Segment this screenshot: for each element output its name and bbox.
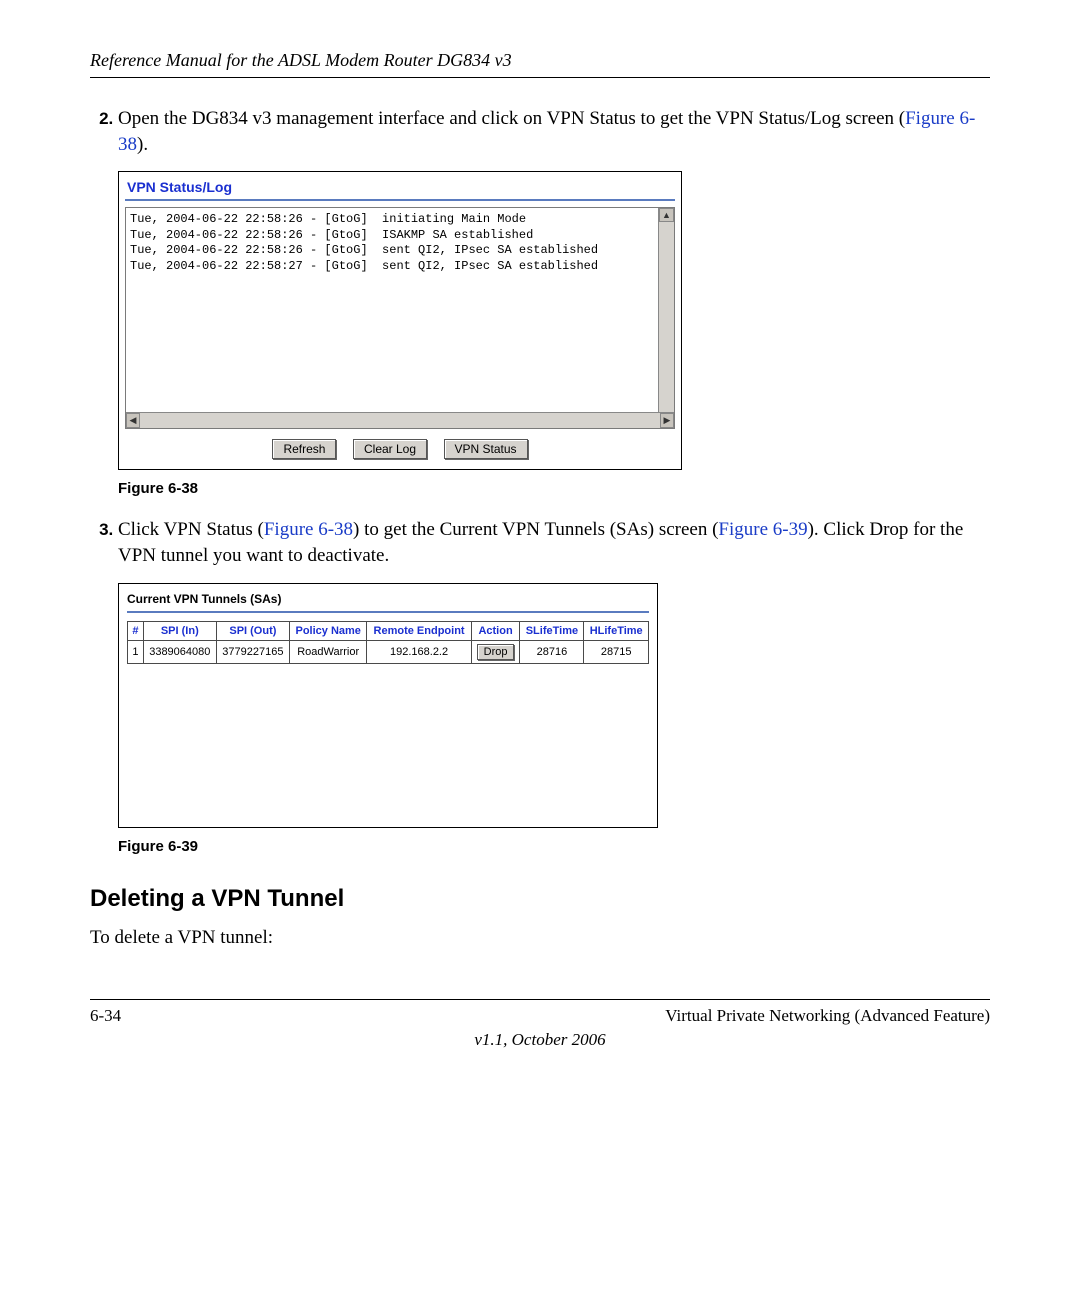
figure-6-39-caption: Figure 6-39 [118,838,990,855]
log-text: Tue, 2004-06-22 22:58:26 - [GtoG] initia… [126,208,674,278]
drop-button[interactable]: Drop [477,644,515,660]
section-intro-text: To delete a VPN tunnel: [90,927,990,949]
cell-spi-out: 3779227165 [216,640,289,663]
vpn-status-log-title: VPN Status/Log [125,176,675,201]
scroll-up-icon[interactable]: ▲ [659,208,674,222]
refresh-button[interactable]: Refresh [272,439,336,459]
step2-text-a: Open the DG834 v3 management interface a… [118,108,905,129]
cell-hlife: 28715 [584,640,649,663]
figref-6-39-a[interactable]: Figure 6-39 [718,519,807,540]
page-footer: 6-34 Virtual Private Networking (Advance… [90,999,990,1026]
table-header-row: # SPI (In) SPI (Out) Policy Name Remote … [128,621,649,640]
cell-policy: RoadWarrior [289,640,367,663]
table-row: 1 3389064080 3779227165 RoadWarrior 192.… [128,640,649,663]
col-slifetime: SLifeTime [520,621,584,640]
vpn-status-button[interactable]: VPN Status [444,439,528,459]
col-spi-in: SPI (In) [143,621,216,640]
step3-text-a: Click VPN Status ( [118,519,264,540]
col-hlifetime: HLifeTime [584,621,649,640]
col-policy-name: Policy Name [289,621,367,640]
cell-spi-in: 3389064080 [143,640,216,663]
horizontal-scrollbar[interactable]: ◀ ▶ [126,412,674,428]
figure-6-38-caption: Figure 6-38 [118,480,990,497]
footer-center: v1.1, October 2006 [90,1030,990,1050]
figure-6-38: VPN Status/Log Tue, 2004-06-22 22:58:26 … [118,171,990,470]
page-header: Reference Manual for the ADSL Modem Rout… [90,50,990,78]
vertical-scrollbar[interactable]: ▲ [658,208,674,412]
section-heading-deleting-vpn: Deleting a VPN Tunnel [90,885,990,913]
scroll-right-icon[interactable]: ▶ [660,413,674,428]
figref-6-38-b[interactable]: Figure 6-38 [264,519,353,540]
col-num: # [128,621,144,640]
scroll-left-icon[interactable]: ◀ [126,413,140,428]
log-scroll-area[interactable]: Tue, 2004-06-22 22:58:26 - [GtoG] initia… [125,207,675,429]
step-2-item: Open the DG834 v3 management interface a… [118,106,990,157]
footer-right: Virtual Private Networking (Advanced Fea… [665,1006,990,1026]
cell-remote: 192.168.2.2 [367,640,471,663]
clear-log-button[interactable]: Clear Log [353,439,427,459]
footer-left: 6-34 [90,1006,121,1026]
step3-text-b: ) to get the Current VPN Tunnels (SAs) s… [353,519,718,540]
col-action: Action [471,621,520,640]
step-3-item: Click VPN Status (Figure 6-38) to get th… [118,517,990,568]
step2-text-b: ). [137,134,148,155]
vpn-tunnels-table: # SPI (In) SPI (Out) Policy Name Remote … [127,621,649,664]
cell-slife: 28716 [520,640,584,663]
cell-action: Drop [471,640,520,663]
current-vpn-tunnels-title: Current VPN Tunnels (SAs) [127,592,649,613]
col-spi-out: SPI (Out) [216,621,289,640]
figure-6-39: Current VPN Tunnels (SAs) # SPI (In) SPI… [118,583,990,828]
cell-num: 1 [128,640,144,663]
col-remote-endpoint: Remote Endpoint [367,621,471,640]
